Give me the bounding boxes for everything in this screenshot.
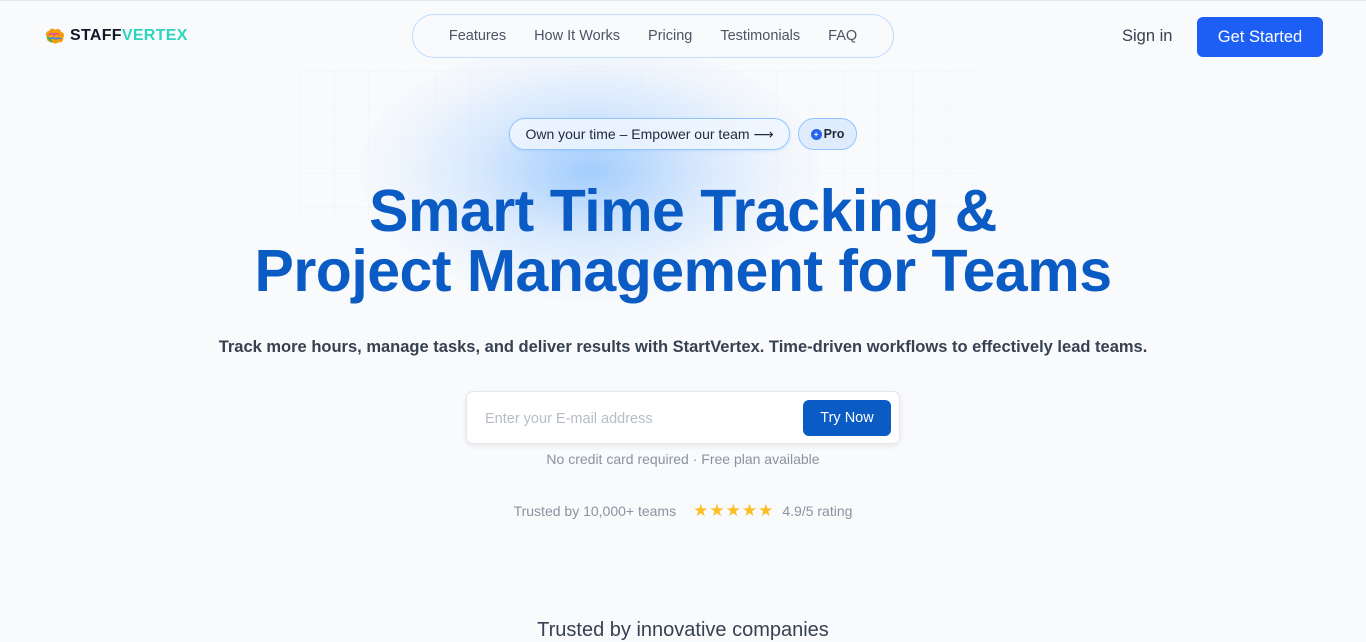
rating-text: 4.9/5 rating <box>782 502 853 519</box>
plus-circle-icon: + <box>810 128 822 140</box>
pro-badge[interactable]: + Pro <box>798 118 857 150</box>
hero-title: Smart Time Tracking & Project Management… <box>0 181 1366 301</box>
star-icon: ★ <box>693 501 709 520</box>
nav-item-faq[interactable]: FAQ <box>828 28 857 44</box>
announcement-pill[interactable]: Own your time – Empower our team ⟶ <box>509 118 790 150</box>
brand-logo[interactable]: STAFFVERTEX <box>44 27 188 45</box>
star-icon: ★ <box>741 501 758 520</box>
star-icon: ★ <box>758 501 774 520</box>
brand-name-part1: STAFF <box>70 27 122 44</box>
companies-heading: Trusted by innovative companies <box>537 619 829 641</box>
sign-in-link[interactable]: Sign in <box>1122 27 1172 46</box>
nav-item-pricing[interactable]: Pricing <box>648 28 692 44</box>
main-nav: Features How It Works Pricing Testimonia… <box>412 14 894 58</box>
hero-title-line1: Smart Time Tracking & <box>369 178 997 244</box>
star-icon: ★ <box>709 501 725 520</box>
email-signup-form: Try Now <box>466 391 900 444</box>
rating-stars: ★ ★ ★ ★ ★ <box>693 502 773 519</box>
nav-item-features[interactable]: Features <box>449 28 506 44</box>
landing-page: STAFFVERTEX Features How It Works Pricin… <box>0 0 1366 642</box>
brain-logo-icon <box>44 27 66 45</box>
email-input[interactable] <box>483 406 787 432</box>
brand-name: STAFFVERTEX <box>70 27 188 45</box>
trust-row: Trusted by 10,000+ teams ★ ★ ★ ★ ★ 4.9/5… <box>0 502 1366 519</box>
pro-badge-label: Pro <box>823 127 845 141</box>
nav-item-testimonials[interactable]: Testimonials <box>720 28 800 44</box>
nav-item-how-it-works[interactable]: How It Works <box>534 28 620 44</box>
teams-count-text: Trusted by 10,000+ teams <box>513 502 677 519</box>
hero-title-line2: Project Management for Teams <box>254 238 1112 304</box>
try-now-button[interactable]: Try Now <box>803 400 891 436</box>
hero-subtitle: Track more hours, manage tasks, and deli… <box>218 338 1148 356</box>
get-started-button[interactable]: Get Started <box>1197 17 1323 57</box>
signup-note: No credit card required · Free plan avai… <box>546 451 820 467</box>
brand-name-part2: VERTEX <box>121 27 188 44</box>
star-icon: ★ <box>725 501 741 520</box>
